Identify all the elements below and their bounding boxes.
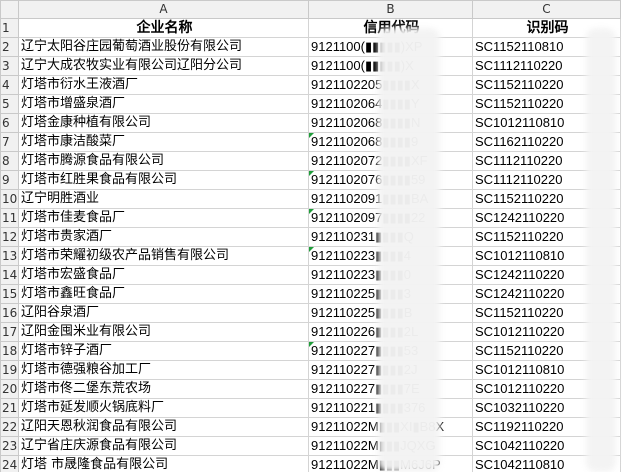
row-number[interactable]: 13	[0, 246, 19, 266]
table-row: 20 灯塔市佟二堡东荒农场 912110227▮▮▮▮7E SC1012110220	[0, 379, 621, 399]
table-row: 22辽阳天恩秋润食品有限公司91211022M▮▮▮XI▮B8XSC119211…	[0, 417, 621, 437]
row-number[interactable]: 12	[0, 227, 19, 247]
row-number[interactable]: 8	[0, 151, 19, 171]
company-name-cell[interactable]: 辽阳天恩秋润食品有限公司	[18, 417, 309, 437]
table-row: 9 灯塔市红胜果食品有限公司 9121102076▮▮▮▮59 SC111211022…	[0, 170, 621, 190]
row-number[interactable]: 6	[0, 113, 19, 133]
table-row: 18 灯塔市锌子酒厂 912110227▮▮▮▮53 SC1152110220	[0, 341, 621, 361]
company-name-cell[interactable]: 灯塔市锌子酒厂	[18, 341, 309, 361]
column-header-c[interactable]: C	[472, 0, 621, 19]
redaction-blur-credit	[378, 28, 440, 472]
table-row: 12 灯塔市贵家酒厂 912110231▮▮▮▮Q SC1152110220	[0, 227, 621, 247]
row-number[interactable]: 24	[0, 455, 19, 472]
column-header-b[interactable]: B	[308, 0, 473, 19]
error-indicator-icon	[309, 171, 314, 176]
table-row: 13 灯塔市荣耀初级农产品销售有限公司 912110223▮▮▮▮4 SC101211…	[0, 246, 621, 266]
table-header-row: 1 企业名称 信用代码 识别码	[0, 18, 621, 38]
row-number[interactable]: 9	[0, 170, 19, 190]
row-number[interactable]: 21	[0, 398, 19, 418]
company-name-cell[interactable]: 灯塔市红胜果食品有限公司	[18, 170, 309, 190]
table-row: 6 灯塔金康种植有限公司 9121102068▮▮▮▮N SC1012110810	[0, 113, 621, 133]
table-row: 11 灯塔市佳麦食品厂 9121102097▮▮▮▮22 SC1242110220	[0, 208, 621, 228]
company-name-cell[interactable]: 灯塔 市晟隆食品有限公司	[18, 455, 309, 472]
row-number[interactable]: 3	[0, 56, 19, 76]
row-number[interactable]: 20	[0, 379, 19, 399]
table-row: 10 辽宁明胜酒业 9121102091▮▮▮▮BA SC1152110220	[0, 189, 621, 209]
company-name-cell[interactable]: 灯塔市宏盛食品厂	[18, 265, 309, 285]
company-name-cell[interactable]: 灯塔市德强粮谷加工厂	[18, 360, 309, 380]
company-name-cell[interactable]: 灯塔市康洁酸菜厂	[18, 132, 309, 152]
row-number[interactable]: 4	[0, 75, 19, 95]
company-name-cell[interactable]: 灯塔市佳麦食品厂	[18, 208, 309, 228]
table-row: 5 灯塔市增盛泉酒厂 9121102064▮▮▮▮Y SC1152110220	[0, 94, 621, 114]
header-cell-company-name[interactable]: 企业名称	[18, 18, 309, 38]
table-row: 4 灯塔市衍水王液酒厂 9121102205▮▮▮▮X SC1152110220	[0, 75, 621, 95]
company-name-cell[interactable]: 灯塔金康种植有限公司	[18, 113, 309, 133]
table-row: 2 辽宁太阳谷庄园葡萄酒业股份有限公司 9121100(▮▮▮▮▮)XP SC1152…	[0, 37, 621, 57]
company-name-cell[interactable]: 辽阳金囤米业有限公司	[18, 322, 309, 342]
table-row: 19 灯塔市德强粮谷加工厂 912110227▮▮▮▮2J SC1012110810	[0, 360, 621, 380]
table-row: 17 辽阳金囤米业有限公司 912110226▮▮▮▮2L SC1012110220	[0, 322, 621, 342]
table-row: 24 灯塔 市晟隆食品有限公司 91211022M▮▮▮M6J6P SC1042110…	[0, 455, 621, 472]
row-number[interactable]: 14	[0, 265, 19, 285]
company-name-cell[interactable]: 辽宁大成农牧实业有限公司辽阳分公司	[18, 56, 309, 76]
table-row: 16 辽阳谷泉酒厂 912110225▮▮▮▮B SC1152110220	[0, 303, 621, 323]
sheet-body: 1 企业名称 信用代码 识别码 2辽宁太阳谷庄园葡萄酒业股份有限公司912110…	[0, 18, 621, 472]
row-number[interactable]: 2	[0, 37, 19, 57]
error-indicator-icon	[309, 209, 314, 214]
company-name-cell[interactable]: 辽宁省庄庆源食品有限公司	[18, 436, 309, 456]
spreadsheet-window: A B C 1 企业名称 信用代码 识别码 2辽宁太阳谷庄园葡萄酒业股份有限公司…	[0, 0, 634, 472]
row-number[interactable]: 7	[0, 132, 19, 152]
row-number[interactable]: 16	[0, 303, 19, 323]
company-name-cell[interactable]: 辽阳谷泉酒厂	[18, 303, 309, 323]
company-name-cell[interactable]: 灯塔市延发顺火锅底料厂	[18, 398, 309, 418]
table-row: 21 灯塔市延发顺火锅底料厂 912110221▮▮▮▮376 SC103211022…	[0, 398, 621, 418]
spreadsheet-grid: A B C 1 企业名称 信用代码 识别码 2辽宁太阳谷庄园葡萄酒业股份有限公司…	[0, 0, 621, 472]
row-number[interactable]: 19	[0, 360, 19, 380]
table-row: 8 灯塔市腾源食品有限公司 9121102072▮▮▮▮XF SC1112110220	[0, 151, 621, 171]
company-name-cell[interactable]: 灯塔市腾源食品有限公司	[18, 151, 309, 171]
company-name-cell[interactable]: 灯塔市贵家酒厂	[18, 227, 309, 247]
table-row: 14 灯塔市宏盛食品厂 912110223▮▮▮▮0 SC1242110220	[0, 265, 621, 285]
row-number[interactable]: 23	[0, 436, 19, 456]
company-name-cell[interactable]: 灯塔市鑫旺食品厂	[18, 284, 309, 304]
table-row: 3 辽宁大成农牧实业有限公司辽阳分公司 9121100(▮▮▮▮▮)X SC11121…	[0, 56, 621, 76]
row-number[interactable]: 17	[0, 322, 19, 342]
row-number[interactable]: 18	[0, 341, 19, 361]
company-name-cell[interactable]: 灯塔市荣耀初级农产品销售有限公司	[18, 246, 309, 266]
error-indicator-icon	[309, 247, 314, 252]
error-indicator-icon	[309, 133, 314, 138]
row-number[interactable]: 15	[0, 284, 19, 304]
company-name-cell[interactable]: 灯塔市增盛泉酒厂	[18, 94, 309, 114]
company-name-cell[interactable]: 辽宁太阳谷庄园葡萄酒业股份有限公司	[18, 37, 309, 57]
row-number[interactable]: 10	[0, 189, 19, 209]
company-name-cell[interactable]: 辽宁明胜酒业	[18, 189, 309, 209]
company-name-cell[interactable]: 灯塔市佟二堡东荒农场	[18, 379, 309, 399]
select-all-corner[interactable]	[0, 0, 19, 19]
row-number[interactable]: 22	[0, 417, 19, 437]
table-row: 23 辽宁省庄庆源食品有限公司 91211022M▮▮▮JQXG SC10421102…	[0, 436, 621, 456]
column-header-a[interactable]: A	[18, 0, 309, 19]
column-header-row: A B C	[0, 0, 621, 19]
error-indicator-icon	[309, 342, 314, 347]
row-number[interactable]: 1	[0, 18, 19, 38]
table-row: 15 灯塔市鑫旺食品厂 912110225▮▮▮▮3 SC1242110220	[0, 284, 621, 304]
row-number[interactable]: 11	[0, 208, 19, 228]
company-name-cell[interactable]: 灯塔市衍水王液酒厂	[18, 75, 309, 95]
table-row: 7 灯塔市康洁酸菜厂 9121102068▮▮▮▮9 SC1162110220	[0, 132, 621, 152]
redaction-blur-ident	[586, 28, 616, 472]
row-number[interactable]: 5	[0, 94, 19, 114]
